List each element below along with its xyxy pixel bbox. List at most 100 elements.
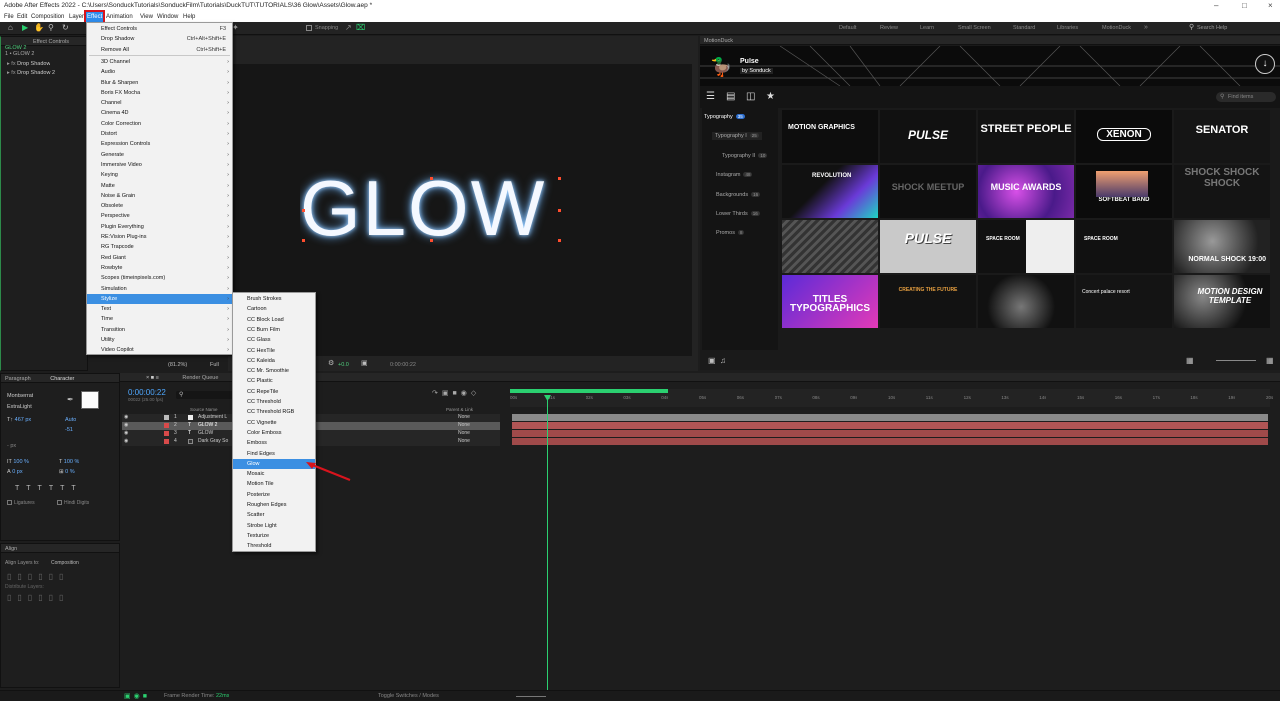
category-typography-i[interactable]: Typography I 25 bbox=[712, 132, 762, 140]
workspace-motionduck[interactable]: MotionDuck bbox=[1102, 25, 1131, 31]
preset-tile[interactable]: SOFTBEAT BAND bbox=[1076, 165, 1172, 218]
preset-tile[interactable]: NORMAL SHOCK 19:00 bbox=[1174, 220, 1270, 273]
effect-menu-item-cinema-4d[interactable]: Cinema 4D › bbox=[87, 108, 232, 118]
preset-tile[interactable]: REVOLUTION bbox=[782, 165, 878, 218]
effect-menu-item-rowbyte[interactable]: Rowbyte › bbox=[87, 263, 232, 273]
preset-tile[interactable]: MOTION GRAPHICS bbox=[782, 110, 878, 163]
tab-character[interactable]: Character bbox=[50, 376, 74, 382]
preset-tile[interactable] bbox=[978, 275, 1074, 328]
font-family-select[interactable]: Montserrat bbox=[7, 393, 33, 399]
find-items-input[interactable]: ⚲ Find items bbox=[1216, 92, 1276, 102]
preset-tile[interactable]: Concert palace resort bbox=[1076, 275, 1172, 328]
effect-menu-item-re-vision-plug-ins[interactable]: RE:Vision Plug-ins › bbox=[87, 232, 232, 242]
effect-menu-item-video-copilot[interactable]: Video Copilot › bbox=[87, 345, 232, 355]
stylize-item-scatter[interactable]: Scatter bbox=[233, 510, 315, 520]
minimize-icon[interactable]: – bbox=[1214, 1, 1218, 10]
menu-edit[interactable]: Edit bbox=[17, 14, 27, 20]
effect-menu-item-color-correction[interactable]: Color Correction › bbox=[87, 119, 232, 129]
effect-menu-item-immersive-video[interactable]: Immersive Video › bbox=[87, 160, 232, 170]
eyedropper-icon[interactable]: ✒ bbox=[67, 395, 74, 404]
workspace-learn[interactable]: Learn bbox=[920, 25, 934, 31]
stylize-item-roughen-edges[interactable]: Roughen Edges bbox=[233, 500, 315, 510]
search-icon[interactable]: ⚲ bbox=[1189, 24, 1194, 32]
preview-icon[interactable]: ▣ bbox=[708, 357, 716, 365]
hand-tool-icon[interactable]: ✋ bbox=[34, 24, 44, 32]
effect-menu-item-obsolete[interactable]: Obsolete › bbox=[87, 201, 232, 211]
leading-field[interactable]: Auto bbox=[65, 417, 76, 423]
glow-comp-text[interactable]: GLOW bbox=[300, 168, 570, 248]
preset-tile[interactable]: PULSE bbox=[880, 110, 976, 163]
stylize-item-cc-mr-smoothie[interactable]: CC Mr. Smoothie bbox=[233, 366, 315, 376]
work-area-bar[interactable] bbox=[510, 389, 668, 393]
effect-menu-item-remove-all[interactable]: Remove All Ctrl+Shift+E bbox=[87, 45, 232, 55]
parent-link-column[interactable]: Parent & Link bbox=[446, 407, 473, 412]
snap-options-icon[interactable]: ↗ bbox=[345, 24, 352, 32]
stylize-item-posterize[interactable]: Posterize bbox=[233, 490, 315, 500]
stylize-item-cc-threshold[interactable]: CC Threshold bbox=[233, 397, 315, 407]
stylize-item-cc-threshold-rgb[interactable]: CC Threshold RGB bbox=[233, 407, 315, 417]
stylize-item-cc-repetile[interactable]: CC RepeTile bbox=[233, 387, 315, 397]
label-color[interactable] bbox=[164, 423, 169, 428]
transform-handle[interactable] bbox=[430, 177, 433, 180]
stylize-item-find-edges[interactable]: Find Edges bbox=[233, 449, 315, 459]
parent-select[interactable]: None bbox=[458, 414, 470, 420]
grid-view-icon[interactable]: ▦ bbox=[1186, 357, 1194, 365]
effect-menu-item-rg-trapcode[interactable]: RG Trapcode › bbox=[87, 242, 232, 252]
preset-tile[interactable]: CREATING THE FUTURE bbox=[880, 275, 976, 328]
effect-item-drop-shadow-2[interactable]: ▸ fx Drop Shadow 2 bbox=[7, 70, 55, 76]
menu-composition[interactable]: Composition bbox=[31, 14, 64, 20]
baseline-shift-field[interactable]: Â 0 px bbox=[7, 469, 23, 475]
preset-tile[interactable]: SHOCK MEETUP bbox=[880, 165, 976, 218]
transform-handle[interactable] bbox=[302, 239, 305, 242]
category-backgrounds[interactable]: Backgrounds 16 bbox=[716, 192, 761, 198]
stylize-item-color-emboss[interactable]: Color Emboss bbox=[233, 428, 315, 438]
rotate-tool-icon[interactable]: ↻ bbox=[62, 24, 69, 32]
tab-align[interactable]: Align bbox=[5, 546, 17, 552]
effect-menu-item-effect-controls[interactable]: Effect Controls F3 bbox=[87, 24, 232, 34]
workspace-standard[interactable]: Standard bbox=[1013, 25, 1035, 31]
effect-menu-item-generate[interactable]: Generate › bbox=[87, 150, 232, 160]
workspace-default[interactable]: Default bbox=[839, 25, 856, 31]
tsume-field[interactable]: ⊞ 0 % bbox=[59, 469, 75, 475]
menu-view[interactable]: View bbox=[140, 14, 153, 20]
transform-handle[interactable] bbox=[558, 209, 561, 212]
stylize-item-motion-tile[interactable]: Motion Tile bbox=[233, 479, 315, 489]
tracking-field[interactable]: -51 bbox=[65, 427, 73, 433]
stylize-item-emboss[interactable]: Emboss bbox=[233, 438, 315, 448]
layer-bar-glow[interactable] bbox=[512, 430, 1268, 437]
font-style-select[interactable]: ExtraLight bbox=[7, 404, 32, 410]
current-time-indicator[interactable] bbox=[547, 396, 548, 690]
effect-menu-item-time[interactable]: Time › bbox=[87, 314, 232, 324]
category-lower-thirds[interactable]: Lower Thirds 16 bbox=[716, 211, 760, 217]
transform-handle[interactable] bbox=[302, 209, 305, 212]
thumbnail-size-slider[interactable] bbox=[1216, 360, 1256, 361]
menu-effect[interactable]: Effect bbox=[83, 10, 106, 24]
library-icon[interactable]: ▤ bbox=[726, 92, 735, 102]
exposure-icon[interactable]: ⚙ bbox=[328, 360, 334, 368]
time-ruler[interactable]: 00s 01s 02s 03s 04s 05s 06s 07s 08s 09s 10s 11s 12s 1… bbox=[510, 389, 1273, 407]
effect-menu-item-transition[interactable]: Transition › bbox=[87, 325, 232, 335]
effect-menu-item-scopes-timeinpixels-com[interactable]: Scopes (timeinpixels.com) › bbox=[87, 273, 232, 283]
effect-menu-item-utility[interactable]: Utility › bbox=[87, 335, 232, 345]
menu-file[interactable]: File bbox=[4, 14, 14, 20]
timeline-switches[interactable]: ↷▣■◉◇ bbox=[432, 389, 480, 397]
stylize-item-cc-burn-film[interactable]: CC Burn Film bbox=[233, 325, 315, 335]
stylize-item-mosaic[interactable]: Mosaic bbox=[233, 469, 315, 479]
effect-menu-item-keying[interactable]: Keying › bbox=[87, 170, 232, 180]
stylize-item-brush-strokes[interactable]: Brush Strokes bbox=[233, 294, 315, 304]
transform-handle[interactable] bbox=[430, 239, 433, 242]
timeline-timecode[interactable]: 0:00:00:22 bbox=[128, 388, 166, 397]
effect-controls-tab[interactable]: Effect Controls bbox=[33, 39, 69, 45]
timeline-tab[interactable]: × ■ ≡ bbox=[146, 375, 159, 381]
stylize-item-cc-plastic[interactable]: CC Plastic bbox=[233, 376, 315, 386]
viewer-timecode[interactable]: 0:00:00:22 bbox=[390, 362, 416, 368]
snap-target-icon[interactable]: ⌧ bbox=[356, 24, 365, 32]
align-buttons[interactable]: ▯▯▯▯▯▯ bbox=[7, 572, 69, 581]
snapshot-icon[interactable]: ▣ bbox=[361, 360, 368, 368]
faux-style-buttons[interactable]: TTTTTT bbox=[15, 485, 83, 492]
parent-select[interactable]: None bbox=[458, 430, 470, 436]
stylize-item-cc-vignette[interactable]: CC Vignette bbox=[233, 418, 315, 428]
parent-select[interactable]: None bbox=[458, 438, 470, 444]
visibility-eye-icon[interactable]: ◉ bbox=[124, 422, 128, 428]
workspace-small-screen[interactable]: Small Screen bbox=[958, 25, 991, 31]
